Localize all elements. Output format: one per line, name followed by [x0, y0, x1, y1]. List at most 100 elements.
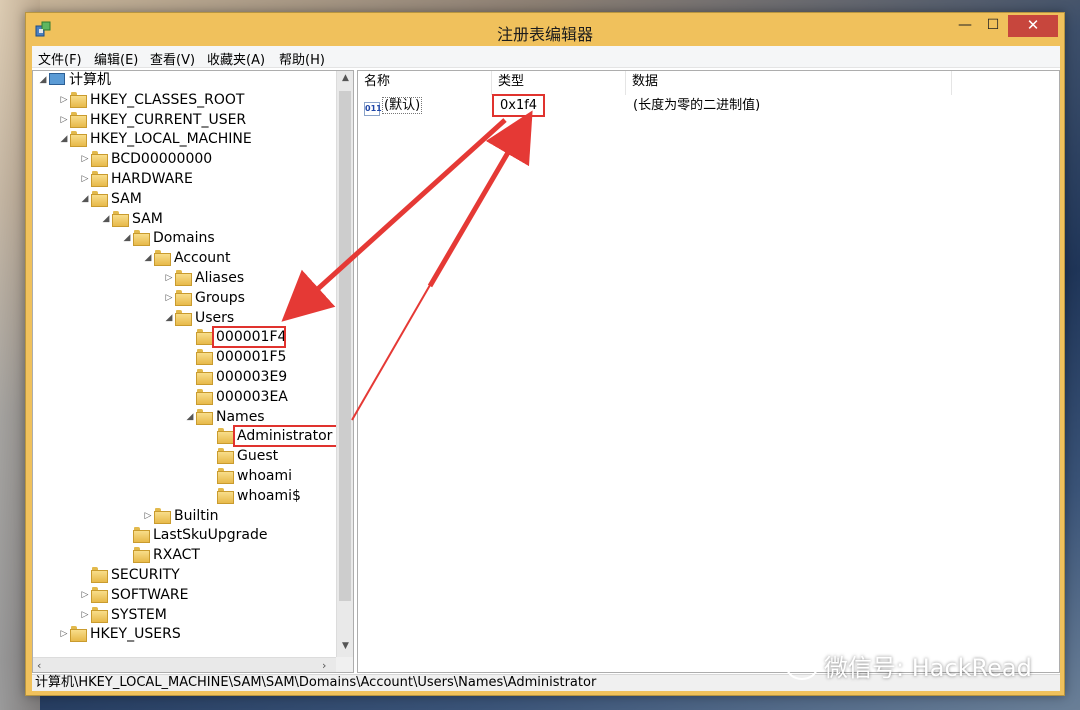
- wechat-logo-icon: [786, 654, 818, 680]
- folder-icon: [217, 487, 234, 504]
- menu-edit[interactable]: 编辑(E): [94, 49, 138, 68]
- tree-node[interactable]: 000003EA: [184, 388, 288, 406]
- tree-node[interactable]: whoami$: [205, 487, 301, 505]
- tree-node[interactable]: ◢ Domains: [121, 229, 215, 247]
- tree-node-label: SAM: [111, 190, 142, 207]
- tree-expander-icon[interactable]: ▷: [142, 507, 154, 525]
- tree-node[interactable]: ▷ HKEY_CURRENT_USER: [58, 111, 246, 129]
- tree-node-label: Aliases: [195, 270, 245, 286]
- tree-node[interactable]: ▷ HKEY_CLASSES_ROOT: [58, 91, 244, 109]
- tree-node[interactable]: whoami: [205, 467, 292, 485]
- tree-expander-icon[interactable]: ◢: [100, 210, 112, 228]
- tree-expander-icon[interactable]: ▷: [79, 586, 91, 604]
- menu-file[interactable]: 文件(F): [38, 49, 82, 68]
- tree-node-label: SYSTEM: [111, 606, 167, 623]
- value-name: (默认): [382, 97, 423, 114]
- tree-expander-icon[interactable]: ◢: [37, 71, 49, 89]
- folder-icon: [133, 230, 150, 247]
- tree-node-label: Domains: [153, 230, 215, 247]
- tree-expander-icon[interactable]: ◢: [142, 249, 154, 267]
- tree-node-label: HKEY_LOCAL_MACHINE: [90, 131, 252, 148]
- menu-view[interactable]: 查看(V): [150, 49, 195, 68]
- tree-expander-icon[interactable]: ◢: [163, 309, 175, 327]
- tree-node-label: 000003E9: [216, 369, 288, 385]
- tree-node[interactable]: ◢ Account: [142, 249, 231, 267]
- tree-node[interactable]: ▷ Aliases: [163, 269, 244, 287]
- tree-node[interactable]: ◢ SAM: [100, 210, 163, 228]
- tree-expander-icon[interactable]: ▷: [58, 111, 70, 129]
- folder-icon: [217, 428, 234, 445]
- tree-node[interactable]: ▷ BCD00000000: [79, 150, 212, 168]
- column-header-type[interactable]: 类型: [492, 71, 626, 95]
- folder-icon: [196, 329, 213, 346]
- tree-node-label: HKEY_USERS: [90, 626, 181, 643]
- tree-node[interactable]: ▷ SOFTWARE: [79, 586, 189, 604]
- tree-node[interactable]: 000001F5: [184, 348, 286, 366]
- folder-icon: [154, 250, 171, 267]
- folder-icon: [217, 448, 234, 465]
- tree-node[interactable]: ◢ Names: [184, 408, 265, 426]
- tree-expander-icon[interactable]: ▷: [163, 269, 175, 287]
- folder-icon: [154, 507, 171, 524]
- tree-node-label: 000001F5: [216, 349, 287, 366]
- scroll-down-icon[interactable]: ▼: [337, 641, 353, 651]
- folder-icon: [70, 131, 87, 148]
- values-list[interactable]: 名称 类型 数据 011 (默认) 0x1f4 (长度为零的二进制值): [357, 70, 1060, 673]
- scroll-left-icon[interactable]: ‹: [37, 659, 41, 672]
- menu-favorites[interactable]: 收藏夹(A): [207, 49, 265, 68]
- tree-expander-icon[interactable]: ▷: [58, 91, 70, 109]
- tree-node-label: Users: [195, 309, 235, 326]
- minimize-button[interactable]: —: [951, 15, 979, 37]
- scroll-up-icon[interactable]: ▲: [337, 73, 353, 83]
- tree-node[interactable]: ◢ HKEY_LOCAL_MACHINE: [58, 130, 252, 148]
- folder-icon: [91, 171, 108, 187]
- menu-help[interactable]: 帮助(H): [279, 49, 325, 68]
- folder-icon: [196, 349, 213, 366]
- tree-node[interactable]: RXACT: [121, 546, 200, 564]
- folder-icon: [133, 547, 150, 564]
- tree-node-label: SAM: [132, 210, 163, 227]
- close-button[interactable]: ✕: [1008, 15, 1058, 37]
- tree-expander-icon[interactable]: ▷: [163, 289, 175, 307]
- tree-expander-icon[interactable]: ▷: [79, 170, 91, 188]
- tree-horizontal-scrollbar[interactable]: ‹ ›: [33, 657, 336, 672]
- scroll-thumb[interactable]: [339, 91, 351, 601]
- column-header-name[interactable]: 名称: [358, 71, 492, 95]
- tree-node[interactable]: ▷ Groups: [163, 289, 245, 307]
- tree-expander-icon[interactable]: ▷: [58, 625, 70, 643]
- tree-expander-icon[interactable]: ◢: [79, 190, 91, 208]
- tree-node[interactable]: ▷ Builtin: [142, 507, 219, 525]
- tree-node[interactable]: LastSkuUpgrade: [121, 526, 267, 544]
- tree-expander-icon[interactable]: ▷: [79, 606, 91, 624]
- type-highlight-box: [492, 94, 545, 117]
- title-bar[interactable]: 注册表编辑器 — ☐ ✕: [26, 13, 1064, 45]
- registry-tree[interactable]: ◢ 计算机 ▷ HKEY_CLASSES_ROOT ▷ HKEY_CURRENT_USER…: [32, 70, 354, 673]
- tree-expander-icon[interactable]: ▷: [79, 150, 91, 168]
- tree-node-label: Groups: [195, 289, 245, 306]
- scroll-right-icon[interactable]: ›: [322, 659, 326, 672]
- tree-node[interactable]: 000003E9: [184, 368, 287, 386]
- tree-node-label: whoami: [237, 468, 292, 484]
- tree-node[interactable]: ◢ Users: [163, 309, 234, 327]
- folder-icon: [70, 626, 87, 643]
- maximize-button[interactable]: ☐: [979, 15, 1007, 37]
- folder-icon: [91, 151, 108, 168]
- tree-node-label: 计算机: [69, 72, 111, 88]
- tree-node[interactable]: Guest: [205, 447, 278, 465]
- value-row-name[interactable]: 011 (默认): [364, 97, 423, 116]
- tree-node-label: HKEY_CURRENT_USER: [90, 111, 247, 128]
- tree-expander-icon[interactable]: ◢: [121, 229, 133, 247]
- column-header-data[interactable]: 数据: [626, 71, 952, 95]
- tree-node[interactable]: ▷ SYSTEM: [79, 606, 167, 624]
- tree-node[interactable]: ◢ SAM: [79, 190, 142, 208]
- tree-node[interactable]: ◢ 计算机: [37, 71, 111, 89]
- tree-expander-icon[interactable]: ◢: [184, 408, 196, 426]
- tree-node[interactable]: ▷ HKEY_USERS: [58, 625, 181, 643]
- tree-vertical-scrollbar[interactable]: ▲ ▼: [336, 71, 353, 657]
- tree-node[interactable]: ▷ HARDWARE: [79, 170, 193, 188]
- tree-expander-icon[interactable]: ◢: [58, 130, 70, 148]
- tree-node[interactable]: SECURITY: [79, 566, 180, 584]
- tree-node-label: 000003EA: [216, 388, 288, 405]
- folder-icon: [196, 369, 213, 385]
- node-highlight-box: [212, 326, 286, 349]
